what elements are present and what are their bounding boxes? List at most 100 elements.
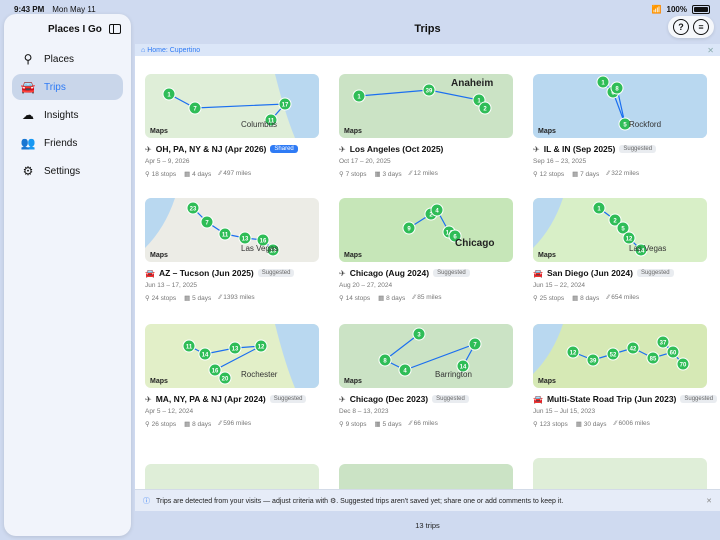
trip-map[interactable]: 1 2 5 12 14 Las Vegas Maps	[533, 198, 707, 262]
calendar-icon: ▦	[572, 295, 581, 302]
suggested-badge: Suggested	[433, 269, 470, 277]
sidebar-item-settings[interactable]: ⚙ Settings	[12, 158, 123, 184]
stop-pin-label: 16	[212, 369, 219, 375]
route-map-graphic: 171711	[145, 74, 319, 138]
days-value: 8 days	[386, 295, 406, 302]
trip-map[interactable]: 12 39 52 42 85 60 37 70 Maps	[533, 324, 707, 388]
days-stat: ▦ 30 days	[576, 420, 607, 428]
stop-pin-label: 85	[650, 357, 657, 363]
days-value: 3 days	[382, 171, 402, 178]
suggested-badge: Suggested	[636, 269, 674, 277]
breadcrumb-label: Home: Cupertino	[147, 46, 201, 54]
sidebar-item-label: Settings	[44, 165, 81, 177]
info-banner: ⓘ Trips are detected from your visits — …	[135, 489, 720, 511]
stop-pin-label: 37	[660, 341, 667, 347]
car-icon: 🚘	[145, 268, 155, 278]
close-icon[interactable]: ✕	[707, 46, 714, 55]
trip-map[interactable]: 23 7 11 13 16 19 Las Vegas Maps	[145, 198, 319, 262]
menu-button[interactable]: ≡	[693, 19, 709, 35]
trip-map[interactable]: 11 14 13 12 16 20 Rochester Maps	[145, 324, 319, 388]
trip-stats: ⚲ 25 stops ▦ 8 days ⁄⁄ 654 miles	[533, 294, 707, 302]
help-button[interactable]: ?	[673, 19, 689, 35]
trip-stats: ⚲ 7 stops ▦ 3 days ⁄⁄ 12 miles	[339, 170, 513, 178]
plane-icon: ✈	[339, 268, 346, 278]
stops-stat: ⚲ 18 stops	[145, 170, 176, 178]
trip-card[interactable]: 12 39 52 42 85 60 37 70 Maps 🚘 Multi-State Road…	[533, 324, 718, 428]
trip-map[interactable]: 1658 Rockford Maps	[533, 74, 707, 138]
trip-card[interactable]: 1658 Rockford Maps ✈ IL & IN (Sep 2025) …	[533, 74, 707, 178]
wifi-icon: 📶	[651, 4, 662, 14]
pin-icon: ⚲	[145, 171, 152, 178]
route-map-graphic: 924146	[339, 198, 513, 262]
route-map-graphic: 11 14 13 12 1620	[145, 324, 319, 388]
calendar-icon: ▦	[378, 295, 387, 302]
suggested-badge: Suggested	[257, 269, 295, 277]
days-value: 8 days	[192, 421, 212, 428]
sidebar-item-friends[interactable]: 👥 Friends	[12, 130, 123, 156]
trip-title: San Diego (Jun 2024)	[546, 268, 633, 278]
sidebar-item-insights[interactable]: ☁ Insights	[12, 102, 123, 128]
stops-value: 9 stops	[345, 421, 367, 428]
trip-title: AZ – Tucson (Jun 2025)	[158, 268, 254, 278]
trip-title: MA, NY, PA & NJ (Apr 2024)	[155, 394, 266, 404]
info-text: Trips are detected from your visits — ad…	[156, 497, 564, 505]
miles-value: 322 miles	[611, 170, 640, 177]
miles-stat: ⁄⁄ 1393 miles	[219, 294, 254, 302]
stops-stat: ⚲ 14 stops	[339, 294, 370, 302]
plane-icon: ✈	[339, 144, 346, 154]
stops-stat: ⚲ 24 stops	[145, 294, 176, 302]
days-stat: ▦ 4 days	[184, 170, 211, 178]
stops-value: 25 stops	[539, 295, 565, 302]
miles-value: 85 miles	[417, 294, 442, 301]
trip-title: IL & IN (Sep 2025)	[543, 144, 616, 154]
sidebar-item-trips[interactable]: 🚘 Trips	[12, 74, 123, 100]
trip-map[interactable]: 1 7 17 11 Columbus Maps	[145, 74, 319, 138]
pin-icon: ⚲	[339, 171, 346, 178]
route-map-graphic: 1251214	[533, 198, 707, 262]
trip-card[interactable]: 11 14 13 12 16 20 Rochester Maps ✈ MA, NY, PA…	[145, 324, 319, 428]
pin-icon: ⚲	[145, 421, 152, 428]
stop-pin-label: 17	[282, 103, 289, 109]
days-stat: ▦ 7 days	[572, 170, 599, 178]
miles-stat: ⁄⁄ 654 miles	[607, 294, 639, 302]
trip-card[interactable]: 1 2 5 12 14 Las Vegas Maps 🚘 San Diego (Jun …	[533, 198, 707, 302]
trip-map[interactable]: 924146 Chicago Maps	[339, 198, 513, 262]
days-value: 30 days	[583, 421, 607, 428]
miles-value: 596 miles	[223, 420, 252, 427]
miles-value: 1393 miles	[223, 294, 255, 301]
trip-card[interactable]: 1 7 17 11 Columbus Maps ✈ OH, PA, NY & NJ (…	[145, 74, 319, 178]
trip-date: Apr 5 – 12, 2024	[145, 408, 194, 415]
plane-icon: ✈	[533, 144, 540, 154]
trip-map[interactable]: 1 39 1 2 Anaheim Maps	[339, 74, 513, 138]
route-map-graphic: 12 39 52 42 85 6037 70	[533, 324, 707, 388]
stop-pin-label: 39	[590, 359, 597, 365]
breadcrumb[interactable]: ⌂ Home: Cupertino ✕	[135, 44, 720, 56]
trip-card[interactable]: 23 7 11 13 16 19 Las Vegas Maps 🚘 AZ – Tucson…	[145, 198, 319, 302]
trip-date: Sep 16 – 23, 2025	[533, 158, 587, 165]
trip-stats: ⚲ 14 stops ▦ 8 days ⁄⁄ 85 miles	[339, 294, 513, 302]
calendar-icon: ▦	[184, 421, 193, 428]
brain-icon: ☁	[22, 108, 34, 122]
trip-card[interactable]: 924146 Chicago Maps ✈ Chicago (Aug 2024)…	[339, 198, 513, 302]
trip-stats: ⚲ 24 stops ▦ 5 days ⁄⁄ 1393 miles	[145, 294, 319, 302]
trip-map[interactable]: 3 8 4 7 14 Barrington Maps	[339, 324, 513, 388]
trip-title-row: 🚘 AZ – Tucson (Jun 2025) Suggested	[145, 268, 319, 278]
calendar-icon: ▦	[374, 171, 383, 178]
battery-icon	[692, 4, 710, 14]
trip-card[interactable]: 3 8 4 7 14 Barrington Maps ✈ Chicago (Dec 20…	[339, 324, 513, 428]
apple-maps-logo: Maps	[150, 128, 168, 135]
trip-title: Chicago (Aug 2024)	[349, 268, 430, 278]
stop-pin-label: 20	[222, 377, 229, 383]
sidebar-toggle-icon[interactable]	[109, 24, 121, 34]
info-icon: ⓘ	[143, 497, 150, 505]
trip-card[interactable]: 1 39 1 2 Anaheim Maps ✈ Los Angeles (Oct 20…	[339, 74, 513, 178]
dismiss-icon[interactable]: ✕	[706, 497, 712, 505]
trip-date: Jun 15 – 22, 2024	[533, 282, 586, 289]
trip-grid: 1 7 17 11 Columbus Maps ✈ OH, PA, NY & NJ (…	[135, 56, 720, 508]
sidebar-item-places[interactable]: ⚲ Places	[12, 46, 123, 72]
calendar-icon: ▦	[374, 421, 383, 428]
main-panel: Trips ? ≡ ⌂ Home: Cupertino ✕ 1 7 17 11 Col…	[135, 14, 720, 540]
shared-badge: Shared	[270, 145, 298, 153]
sidebar-title: Places I Go	[48, 23, 102, 35]
days-value: 4 days	[192, 171, 212, 178]
